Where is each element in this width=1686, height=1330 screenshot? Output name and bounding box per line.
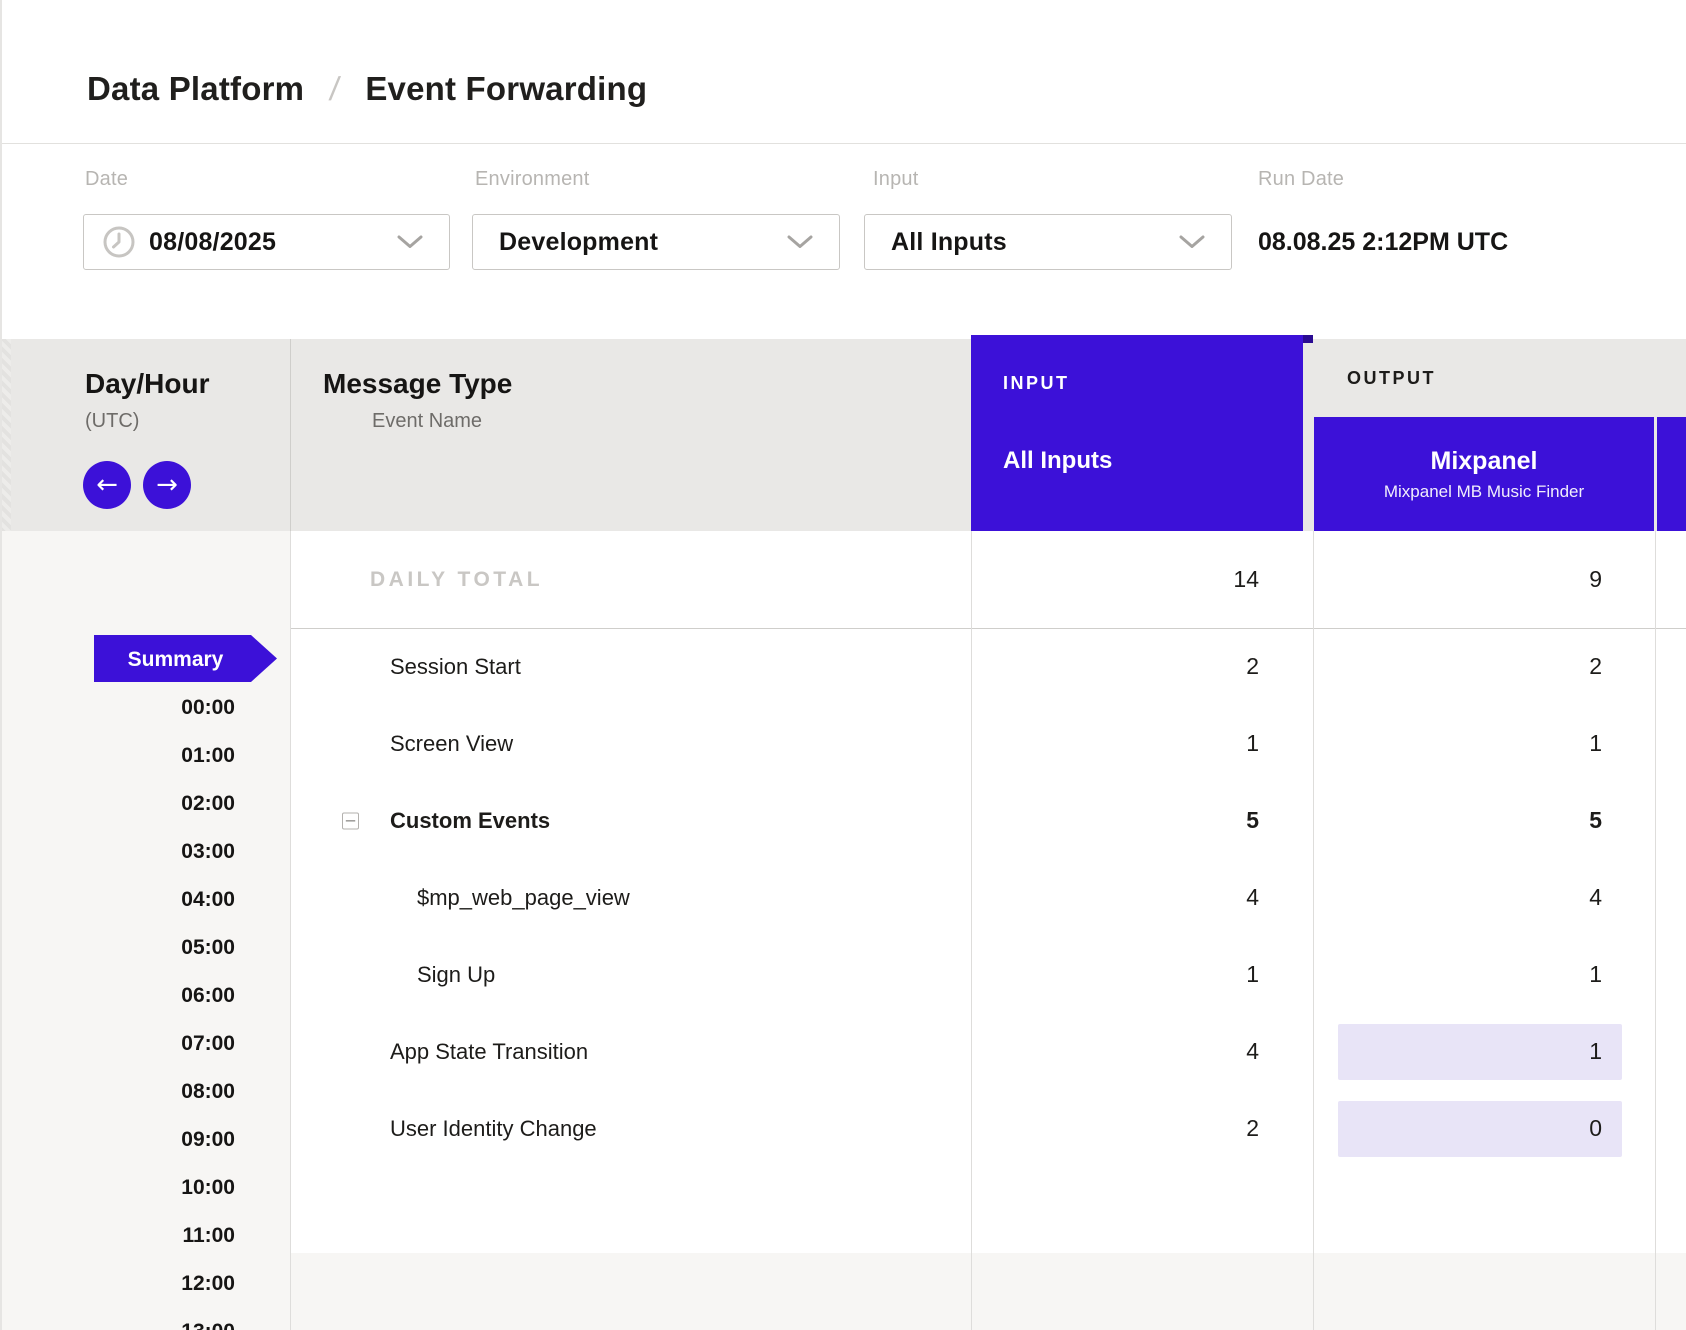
connector-name: Mixpanel [1431, 447, 1538, 476]
environment-select[interactable]: Development [472, 214, 840, 270]
chevron-down-icon [397, 235, 423, 249]
input-count: 1 [1246, 730, 1259, 757]
table-row: − $mp_web_page_view 4 4 [290, 859, 1686, 936]
environment-label: Environment [475, 168, 589, 191]
next-connector-header-partial [1657, 417, 1686, 531]
clock-icon [102, 225, 136, 259]
hour-slot[interactable]: 05:00 [0, 924, 290, 972]
table-row: − Sign Up 1 1 [290, 936, 1686, 1013]
event-rows: − Session Start 2 2 − Screen View 1 1 − … [290, 628, 1686, 1167]
output-count: 4 [1589, 884, 1602, 911]
event-name-subtitle: Event Name [372, 410, 482, 433]
hour-slot[interactable]: 12:00 [0, 1260, 290, 1308]
input-column-header: INPUT All Inputs [971, 335, 1303, 531]
output-count: 5 [1589, 807, 1602, 834]
input-section-label: INPUT [1003, 373, 1070, 394]
input-column-value: All Inputs [1003, 447, 1112, 475]
column-divider [290, 531, 291, 1330]
input-select[interactable]: All Inputs [864, 214, 1232, 270]
hour-slot[interactable]: 04:00 [0, 876, 290, 924]
input-count: 5 [1246, 807, 1259, 834]
input-value: All Inputs [891, 228, 1007, 257]
column-divider [1313, 531, 1314, 1330]
hour-slot[interactable]: 01:00 [0, 732, 290, 780]
column-divider [1655, 531, 1656, 1330]
chevron-down-icon [1179, 235, 1205, 249]
top-bar: Data Platform / Event Forwarding [0, 0, 1686, 144]
breadcrumb: Data Platform / Event Forwarding [87, 70, 647, 108]
hour-slot[interactable]: 11:00 [0, 1212, 290, 1260]
daily-total-divider [290, 628, 1686, 629]
day-hour-header: Day/Hour [85, 368, 209, 400]
date-value: 08/08/2025 [149, 228, 276, 257]
hour-slot[interactable]: 10:00 [0, 1164, 290, 1212]
table-row: − Custom Events 5 5 [290, 782, 1686, 859]
table-footer-band [290, 1253, 1686, 1330]
connector-subtitle: Mixpanel MB Music Finder [1384, 482, 1584, 502]
arrow-left-icon: ← [96, 470, 118, 500]
daily-total-row: DAILY TOTAL 14 9 [290, 531, 1686, 628]
input-count: 1 [1246, 961, 1259, 988]
table-row: − Session Start 2 2 [290, 628, 1686, 705]
table-row: − Screen View 1 1 [290, 705, 1686, 782]
hour-slot[interactable]: 07:00 [0, 1020, 290, 1068]
event-name: $mp_web_page_view [417, 885, 630, 910]
collapse-icon[interactable]: − [342, 812, 359, 829]
output-count: 0 [1589, 1115, 1602, 1142]
summary-selector-badge[interactable]: Summary [94, 635, 277, 682]
table-row: − User Identity Change 2 0 [290, 1090, 1686, 1167]
output-count: 2 [1589, 653, 1602, 680]
daily-total-output-value: 9 [1589, 566, 1602, 593]
column-divider [971, 531, 972, 1330]
event-name: Session Start [390, 654, 521, 679]
environment-value: Development [499, 228, 658, 257]
hour-slot-list: 00:00 01:00 02:00 03:00 04:00 05:00 06:0… [0, 684, 290, 1330]
chevron-down-icon [787, 235, 813, 249]
daily-total-input-value: 14 [1233, 566, 1259, 593]
output-count: 1 [1589, 730, 1602, 757]
hour-slot[interactable]: 13:00 [0, 1308, 290, 1330]
header-left-gutter [0, 339, 11, 531]
hour-slot[interactable]: 02:00 [0, 780, 290, 828]
hour-slot[interactable]: 08:00 [0, 1068, 290, 1116]
table-row: − App State Transition 4 1 [290, 1013, 1686, 1090]
event-name: Sign Up [417, 962, 495, 987]
output-count: 1 [1589, 961, 1602, 988]
input-label: Input [873, 168, 918, 191]
run-date-label: Run Date [1258, 168, 1344, 191]
day-hour-subtitle: (UTC) [85, 410, 139, 433]
next-day-button[interactable]: → [143, 461, 191, 509]
arrow-right-icon: → [156, 470, 178, 500]
input-count: 2 [1246, 1115, 1259, 1142]
output-count: 1 [1589, 1038, 1602, 1065]
hour-slot[interactable]: 00:00 [0, 684, 290, 732]
previous-day-button[interactable]: ← [83, 461, 131, 509]
event-forwarding-page: Data Platform / Event Forwarding Date En… [0, 0, 1686, 1330]
breadcrumb-separator: / [327, 70, 342, 108]
input-count: 2 [1246, 653, 1259, 680]
event-name: Custom Events [390, 808, 550, 833]
page-title: Event Forwarding [365, 70, 647, 108]
run-date-value: 08.08.25 2:12PM UTC [1258, 214, 1508, 270]
output-section-label: OUTPUT [1347, 368, 1436, 389]
event-name: User Identity Change [390, 1116, 597, 1141]
daily-total-label: DAILY TOTAL [290, 568, 971, 592]
hour-slot[interactable]: 03:00 [0, 828, 290, 876]
event-name: App State Transition [390, 1039, 588, 1064]
input-count: 4 [1246, 1038, 1259, 1065]
date-select[interactable]: 08/08/2025 [83, 214, 450, 270]
header-column-divider [290, 339, 291, 531]
date-label: Date [85, 168, 128, 191]
filter-bar: Date Environment Input Run Date 08/08/20… [0, 144, 1686, 339]
hour-slot[interactable]: 06:00 [0, 972, 290, 1020]
breadcrumb-section[interactable]: Data Platform [87, 70, 304, 108]
hour-slot[interactable]: 09:00 [0, 1116, 290, 1164]
message-type-header: Message Type [323, 368, 512, 400]
input-count: 4 [1246, 884, 1259, 911]
output-connector-header[interactable]: Mixpanel Mixpanel MB Music Finder [1314, 417, 1654, 531]
event-name: Screen View [390, 731, 513, 756]
